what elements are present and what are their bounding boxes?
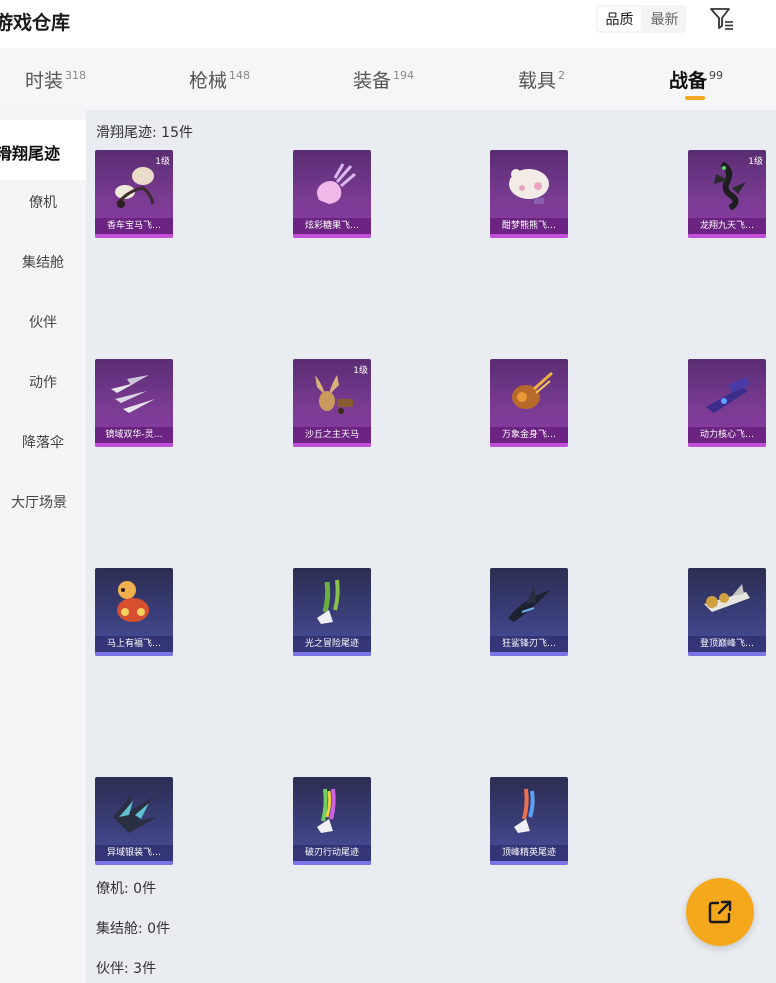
tab-firearms[interactable]: 枪械 148 [189,66,250,93]
sidebar-item-glide-trail[interactable]: 滑翔尾迹 [0,120,86,180]
item-card[interactable]: 破刃行动尾迹 [293,777,371,865]
shark-icon [508,586,550,622]
item-card[interactable]: 万象金身飞… [490,359,568,447]
trail-blue-icon [514,788,535,833]
tab-fashion[interactable]: 时装 318 [25,66,86,93]
item-card[interactable]: 酣梦熊熊飞… [490,150,568,238]
sidebar-item-partner[interactable]: 伙伴 [0,312,86,332]
sidebar: 滑翔尾迹 僚机 集结舱 伙伴 动作 降落伞 大厅场景 [0,110,86,983]
item-card[interactable]: 1级 沙丘之主天马 [293,359,371,447]
pegasus-icon [315,375,353,414]
section-title-pod: 集结舱: 0件 [96,921,171,937]
sidebar-item-wingman[interactable]: 僚机 [0,192,86,212]
dragon-icon [714,161,746,210]
item-grid-area [86,110,776,983]
item-card[interactable]: 镜域双华-灵… [95,359,173,447]
mirror-blades-icon [111,375,155,413]
item-card[interactable]: 1级 龙翔九天飞… [688,150,766,238]
sidebar-item-emote[interactable]: 动作 [0,372,86,392]
sort-latest-button[interactable]: 最新 [643,5,686,33]
category-tabs: 时装 318 枪械 148 装备 194 载具 2 战备 99 [0,48,776,110]
silver-wings-icon [113,793,157,833]
share-button[interactable] [686,878,754,946]
trail-green-icon [317,579,340,624]
tab-vehicles[interactable]: 载具 2 [518,66,565,93]
candy-icon [317,163,356,204]
page-title: 游戏仓库 [0,12,71,34]
section-title-wingman: 僚机: 0件 [96,881,157,897]
sidebar-item-parachute[interactable]: 降落伞 [0,432,86,452]
item-card[interactable]: 异域银装飞… [95,777,173,865]
item-card[interactable]: 炫彩糖果飞… [293,150,371,238]
item-card[interactable]: 顶峰精英尾迹 [490,777,568,865]
section-title-glide: 滑翔尾迹: 15件 [96,125,193,141]
top-bar: 游戏仓库 品质 最新 [0,0,776,48]
golden-comet-icon [512,371,553,409]
power-core-icon [706,377,750,413]
tab-equipment[interactable]: 装备 194 [353,66,414,93]
share-icon [708,900,732,924]
section-title-partner: 伙伴: 3件 [96,961,157,977]
tab-battle-prep[interactable]: 战备 99 [669,66,723,93]
item-card[interactable]: 光之冒险尾迹 [293,568,371,656]
item-card[interactable]: 马上有福飞… [95,568,173,656]
item-card[interactable]: 动力核心飞… [688,359,766,447]
sidebar-item-pod[interactable]: 集结舱 [0,252,86,272]
active-tab-indicator [685,96,705,100]
sidebar-item-lobby-scene[interactable]: 大厅场景 [0,492,82,512]
carriage-horse-icon [115,167,155,208]
jet-icon [704,584,750,612]
item-card[interactable]: 1级 香车宝马飞… [95,150,173,238]
sort-toggle: 品质 最新 [596,5,686,33]
filter-icon[interactable] [708,6,736,32]
sort-quality-button[interactable]: 品质 [598,7,641,31]
bear-icon [509,169,549,204]
toy-horse-icon [117,581,149,622]
item-card[interactable]: 登顶巅峰飞… [688,568,766,656]
trail-rainbow-icon [317,788,336,833]
item-card[interactable]: 狂鲨锋刃飞… [490,568,568,656]
